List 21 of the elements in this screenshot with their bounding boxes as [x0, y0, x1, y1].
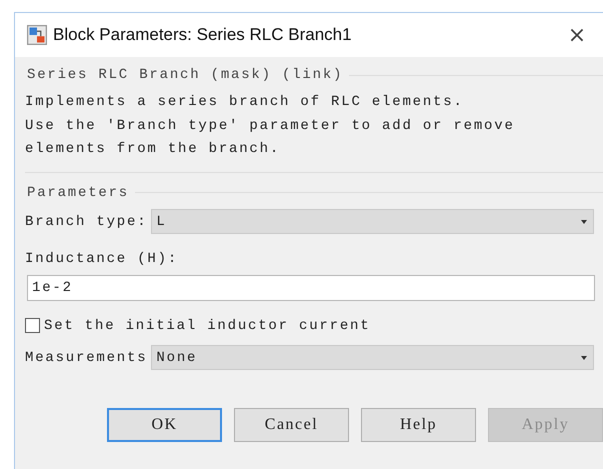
field-label: Measurements [25, 350, 148, 366]
dialog-button[interactable]: Cancel [234, 408, 349, 442]
group-title: Parameters [26, 184, 130, 200]
description-text: elements from the branch. [25, 140, 280, 159]
checkbox[interactable] [25, 318, 40, 333]
close-button[interactable]: × [557, 22, 597, 48]
description-text: Implements a series branch of RLC elements. [25, 93, 464, 112]
field-label: Branch type: [25, 214, 148, 230]
block-icon [27, 25, 47, 45]
dropdown[interactable]: None [151, 345, 594, 370]
dialog-button[interactable]: OK [107, 408, 222, 442]
checkbox-label: Set the initial inductor current [44, 318, 372, 334]
dropdown[interactable]: L [151, 209, 594, 234]
caret-icon [581, 220, 587, 224]
caret-icon [581, 356, 587, 360]
dialog-button[interactable]: Help [361, 408, 476, 442]
window-title: Block Parameters: Series RLC Branch1 [53, 25, 353, 45]
group-title: Series RLC Branch (mask) (link) [26, 67, 344, 83]
field-label: Inductance (H): [25, 250, 180, 268]
description-text: Use the 'Branch type' parameter to add or remove [25, 116, 515, 136]
input-field[interactable]: 1e-2 [27, 274, 595, 300]
